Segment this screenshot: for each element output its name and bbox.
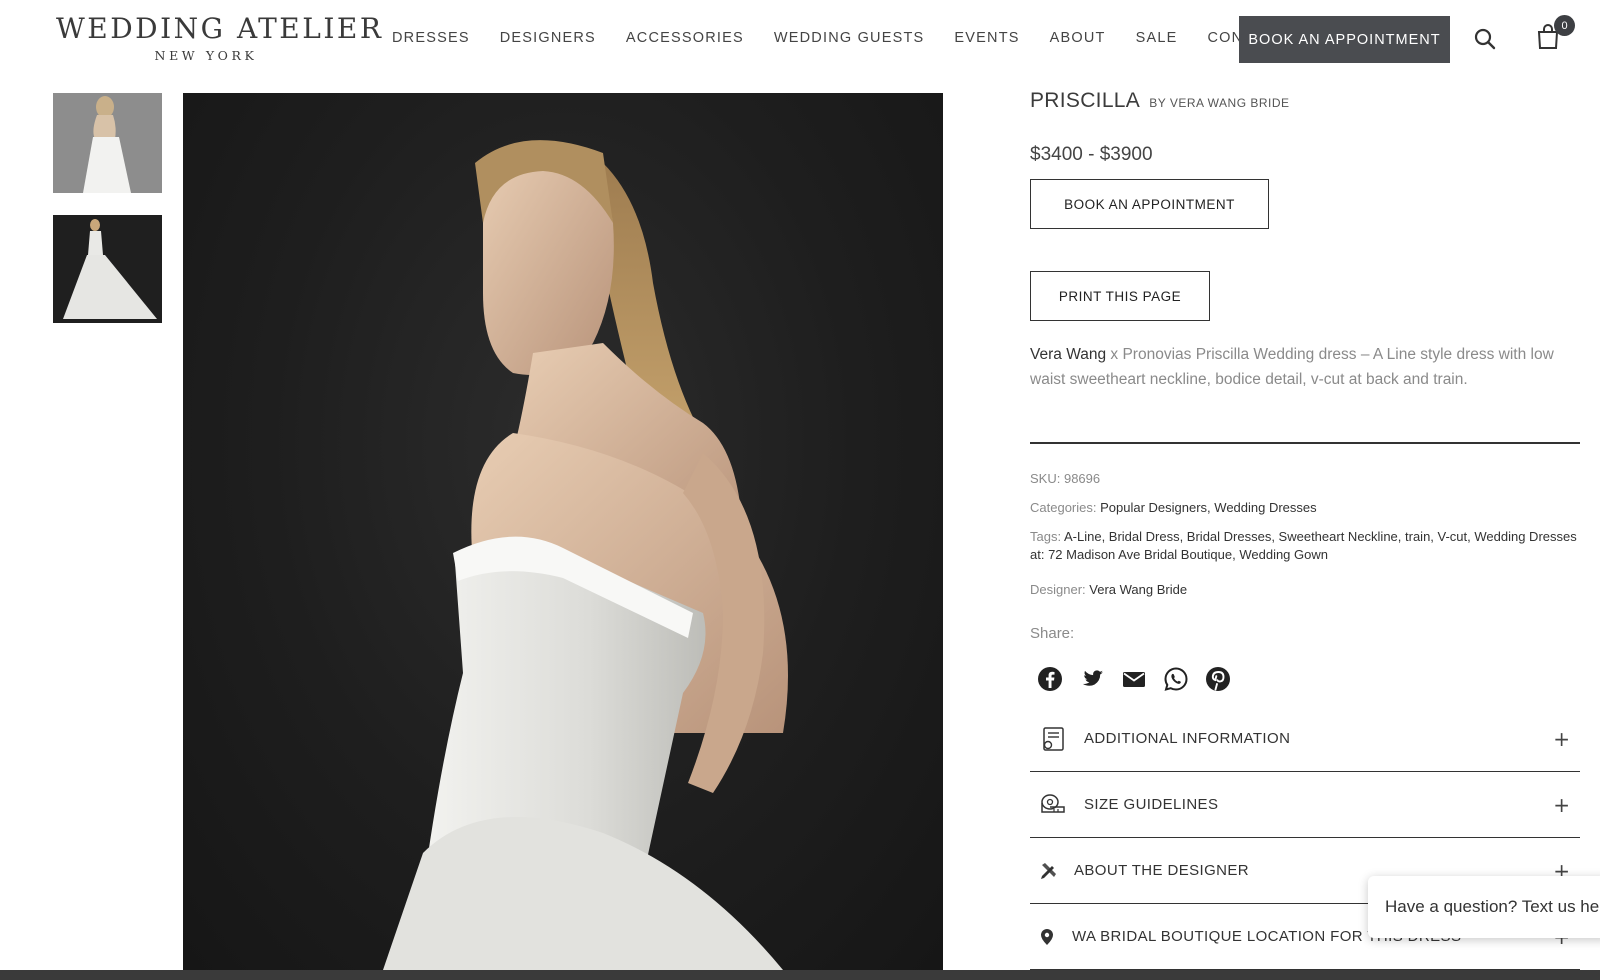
- product-designer: Designer: Vera Wang Bride: [1030, 581, 1580, 599]
- product-categories: Categories: Popular Designers, Wedding D…: [1030, 499, 1580, 517]
- nav-accessories[interactable]: ACCESSORIES: [626, 30, 744, 46]
- logo-title: WEDDING ATELIER: [56, 12, 384, 45]
- info-document-icon: [1038, 724, 1068, 754]
- measuring-tape-icon: [1038, 790, 1068, 820]
- categories-value[interactable]: Popular Designers, Wedding Dresses: [1100, 500, 1317, 515]
- search-icon[interactable]: [1474, 28, 1496, 50]
- designer-value[interactable]: Vera Wang Bride: [1089, 582, 1187, 597]
- expand-plus-icon: +: [1553, 792, 1570, 817]
- share-label: Share:: [1030, 625, 1075, 642]
- site-logo[interactable]: WEDDING ATELIER NEW YORK: [56, 12, 384, 63]
- whatsapp-icon[interactable]: [1163, 666, 1189, 692]
- print-page-button[interactable]: PRINT THIS PAGE: [1030, 271, 1210, 321]
- sku-label: SKU:: [1030, 471, 1061, 486]
- accordion-label: ADDITIONAL INFORMATION: [1084, 730, 1291, 747]
- facebook-icon[interactable]: [1037, 666, 1063, 692]
- product-title: PRISCILLA BY VERA WANG BRIDE: [1030, 89, 1290, 113]
- tags-value[interactable]: A-Line, Bridal Dress, Bridal Dresses, Sw…: [1030, 529, 1577, 562]
- accordion-size-guidelines[interactable]: SIZE GUIDELINES +: [1030, 772, 1580, 838]
- main-nav: DRESSES DESIGNERS ACCESSORIES WEDDING GU…: [392, 30, 1315, 46]
- info-divider: [1030, 442, 1580, 444]
- design-tools-icon: [1038, 856, 1060, 886]
- nav-designers[interactable]: DESIGNERS: [500, 30, 596, 46]
- share-icons: [1037, 666, 1231, 692]
- book-appointment-button[interactable]: BOOK AN APPOINTMENT: [1030, 179, 1269, 229]
- tags-label: Tags:: [1030, 529, 1062, 544]
- email-icon[interactable]: [1121, 666, 1147, 692]
- nav-about[interactable]: ABOUT: [1050, 30, 1106, 46]
- nav-events[interactable]: EVENTS: [954, 30, 1019, 46]
- accordion-additional-information[interactable]: ADDITIONAL INFORMATION +: [1030, 706, 1580, 772]
- site-header: WEDDING ATELIER NEW YORK DRESSES DESIGNE…: [0, 0, 1600, 80]
- product-name: PRISCILLA: [1030, 89, 1141, 112]
- nav-sale[interactable]: SALE: [1136, 30, 1178, 46]
- product-main-image[interactable]: [183, 93, 943, 970]
- product-sku: SKU: 98696: [1030, 470, 1580, 488]
- product-designer-byline[interactable]: BY VERA WANG BRIDE: [1149, 96, 1289, 110]
- sku-value: 98696: [1063, 471, 1101, 486]
- nav-wedding-guests[interactable]: WEDDING GUESTS: [774, 30, 925, 46]
- accordion-label: SIZE GUIDELINES: [1084, 796, 1219, 813]
- product-price: $3400 - $3900: [1030, 144, 1153, 165]
- product-description: Vera Wang x Pronovias Priscilla Wedding …: [1030, 342, 1580, 392]
- logo-subtitle: NEW YORK: [154, 48, 258, 63]
- product-thumbnail-1[interactable]: [53, 93, 162, 193]
- designer-label: Designer:: [1030, 582, 1086, 597]
- bottom-bar: [0, 970, 1600, 980]
- accordion-label: ABOUT THE DESIGNER: [1074, 862, 1250, 879]
- cart-count-badge: 0: [1554, 15, 1575, 36]
- chat-prompt-bubble[interactable]: Have a question? Text us here: [1368, 876, 1600, 938]
- expand-plus-icon: +: [1553, 726, 1570, 751]
- nav-dresses[interactable]: DRESSES: [392, 30, 470, 46]
- pinterest-icon[interactable]: [1205, 666, 1231, 692]
- product-thumbnail-2[interactable]: [53, 215, 162, 323]
- product-tags: Tags: A-Line, Bridal Dress, Bridal Dress…: [1030, 528, 1580, 564]
- location-pin-icon: [1038, 922, 1056, 952]
- book-appointment-header-button[interactable]: BOOK AN APPOINTMENT: [1239, 16, 1450, 63]
- description-brand-link[interactable]: Vera Wang: [1030, 346, 1106, 363]
- twitter-icon[interactable]: [1079, 666, 1105, 692]
- categories-label: Categories:: [1030, 500, 1097, 515]
- description-text: x Pronovias Priscilla Wedding dress – A …: [1030, 346, 1554, 388]
